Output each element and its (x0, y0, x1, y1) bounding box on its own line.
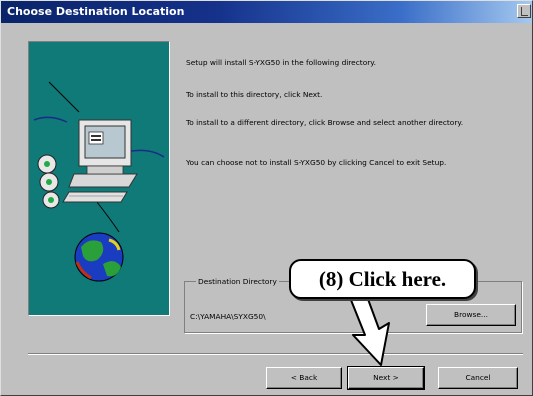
globe-icon (74, 232, 124, 282)
setup-illustration (28, 41, 170, 316)
instruction-callout: (8) Click here. (289, 259, 476, 299)
cancel-button[interactable]: Cancel (438, 367, 518, 389)
browse-instruction-text: To install to a different directory, cli… (186, 118, 464, 127)
button-separator (28, 353, 523, 355)
close-icon[interactable] (517, 4, 531, 18)
back-button[interactable]: < Back (266, 367, 342, 389)
next-instruction-text: To install to this directory, click Next… (186, 90, 323, 99)
setup-dialog: Choose Destination Location Setup will i… (0, 0, 533, 396)
intro-text: Setup will install S-YXG50 in the follow… (186, 58, 376, 67)
cd-discs-icon (37, 154, 60, 209)
title-bar[interactable]: Choose Destination Location (1, 1, 532, 23)
cancel-instruction-text: You can choose not to install S-YXG50 by… (186, 158, 447, 167)
destination-path: C:\YAMAHA\SYXG50\ (190, 312, 266, 321)
browse-button[interactable]: Browse... (426, 304, 516, 326)
computer-icon (62, 119, 138, 203)
destination-group-label: Destination Directory (196, 277, 279, 286)
window-title: Choose Destination Location (7, 5, 185, 18)
arrow-pointer-icon (348, 291, 390, 366)
